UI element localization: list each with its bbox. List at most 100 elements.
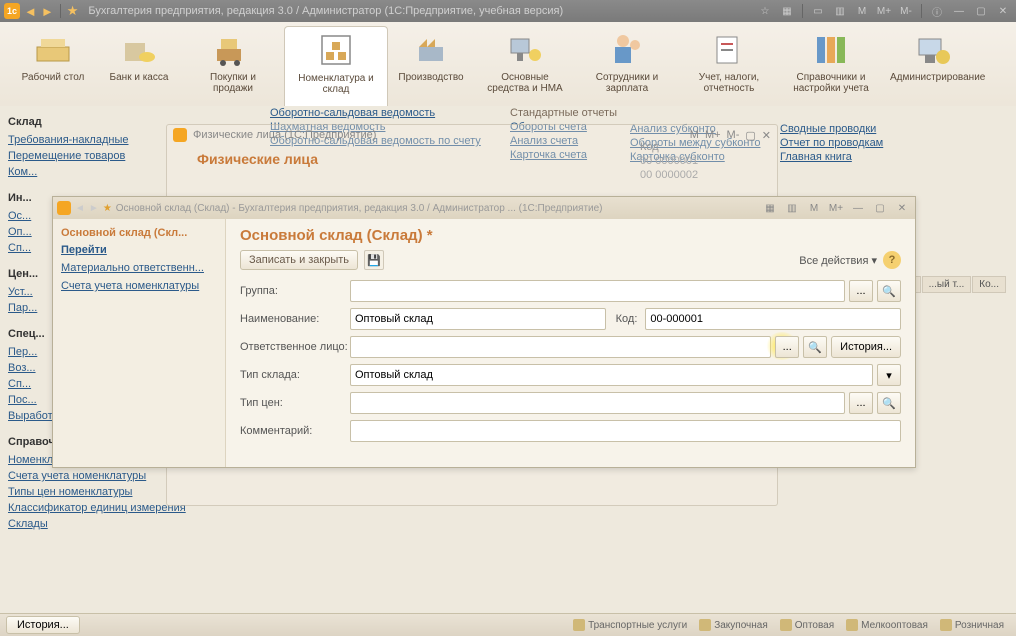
select-button[interactable]: ... xyxy=(849,280,873,302)
status-item[interactable]: Закупочная xyxy=(693,619,774,631)
grid-col[interactable]: ...ый т... xyxy=(922,276,972,293)
ribbon-refs[interactable]: Справочники и настройки учета xyxy=(780,26,882,110)
history-button[interactable]: История... xyxy=(6,616,80,634)
status-item[interactable]: Розничная xyxy=(934,619,1010,631)
select-button[interactable]: ... xyxy=(849,392,873,414)
nav-link[interactable]: Типы цен номенклатуры xyxy=(8,484,188,500)
tool-icon[interactable]: ▦ xyxy=(761,200,779,216)
history-button[interactable]: История... xyxy=(831,336,901,358)
report-link[interactable]: Главная книга xyxy=(780,150,883,164)
m-button[interactable]: M xyxy=(853,3,871,19)
nav-link[interactable]: Склады xyxy=(8,516,188,532)
form-nav-item[interactable]: Материально ответственн... xyxy=(61,259,217,277)
max-icon[interactable]: ▢ xyxy=(745,129,755,142)
modal-warehouse: ◄ ► ★ Основной склад (Склад) - Бухгалтер… xyxy=(52,196,916,468)
label-price: Тип цен: xyxy=(240,397,350,409)
nav-link[interactable]: Классификатор единиц измерения xyxy=(8,500,188,516)
label-name: Наименование: xyxy=(240,313,350,325)
input-comment[interactable] xyxy=(350,420,901,442)
app-icon xyxy=(57,201,71,215)
calc-icon[interactable]: ▭ xyxy=(809,3,827,19)
nav-link[interactable]: Перемещение товаров xyxy=(8,148,188,164)
nav-fwd-icon[interactable]: ► xyxy=(41,4,54,19)
select-button[interactable]: ... xyxy=(775,336,799,358)
form-toolbar: Записать и закрыть 💾 Все действия ▾ ? xyxy=(240,250,901,270)
modal-warehouse-title: Основной склад (Склад) - Бухгалтерия пре… xyxy=(116,203,757,214)
min-icon[interactable]: — xyxy=(849,200,867,216)
m-button[interactable]: M xyxy=(805,200,823,216)
grid-icon[interactable]: ▦ xyxy=(778,3,796,19)
max-icon[interactable]: ▢ xyxy=(972,3,990,19)
save-icon[interactable]: 💾 xyxy=(364,250,384,270)
status-item[interactable]: Оптовая xyxy=(774,619,840,631)
mplus-button[interactable]: M+ xyxy=(827,200,845,216)
report-link[interactable]: Сводные проводки xyxy=(780,122,883,136)
fav-star-icon[interactable]: ★ xyxy=(103,203,112,214)
fav-star-icon[interactable]: ★ xyxy=(67,3,79,19)
ribbon-bank[interactable]: Банк и касса xyxy=(96,26,182,110)
input-code[interactable] xyxy=(645,308,901,330)
search-icon[interactable]: 🔍 xyxy=(803,336,827,358)
form-title: Основной склад (Склад) * xyxy=(240,227,901,244)
search-icon[interactable]: 🔍 xyxy=(877,280,901,302)
modal-persons-title: Физические лица (1С:Предприятие) xyxy=(193,129,376,141)
nav-back-icon[interactable]: ◄ xyxy=(75,203,85,214)
main-titlebar: 1c ◄ ► ★ Бухгалтерия предприятия, редакц… xyxy=(0,0,1016,22)
ribbon-assets[interactable]: Основные средства и НМА xyxy=(474,26,576,110)
reports-hdr: Стандартные отчеты xyxy=(510,106,617,120)
ribbon-desktop[interactable]: Рабочий стол xyxy=(10,26,96,110)
ribbon-admin[interactable]: Администрирование xyxy=(882,26,984,110)
all-actions-button[interactable]: Все действия ▾ xyxy=(799,254,877,267)
mplus-button[interactable]: M+ xyxy=(875,3,893,19)
nav-link[interactable]: Требования-накладные xyxy=(8,132,188,148)
close-icon[interactable]: ✕ xyxy=(762,129,771,142)
mminus-button[interactable]: M- xyxy=(897,3,915,19)
save-close-button[interactable]: Записать и закрыть xyxy=(240,250,358,270)
ribbon-stock[interactable]: Номенклатура и склад xyxy=(284,26,388,110)
label-comment: Комментарий: xyxy=(240,425,350,437)
warehouse-form: Основной склад (Склад) * Записать и закр… xyxy=(226,219,915,467)
ribbon-tax[interactable]: Учет, налоги, отчетность xyxy=(678,26,780,110)
ribbon-sales[interactable]: Покупки и продажи xyxy=(182,26,284,110)
mplus-button[interactable]: M+ xyxy=(705,129,721,141)
nav-fwd-icon[interactable]: ► xyxy=(89,203,99,214)
ribbon: Рабочий стол Банк и касса Покупки и прод… xyxy=(0,22,1016,115)
nav-link[interactable]: Счета учета номенклатуры xyxy=(8,468,188,484)
calendar-icon[interactable]: ▥ xyxy=(831,3,849,19)
min-icon[interactable]: — xyxy=(950,3,968,19)
close-icon[interactable]: ✕ xyxy=(893,200,911,216)
nav-link[interactable]: Ком... xyxy=(8,164,188,180)
help-icon[interactable]: ? xyxy=(883,251,901,269)
mminus-button[interactable]: M- xyxy=(727,129,740,141)
ribbon-production[interactable]: Производство xyxy=(388,26,474,110)
ghost-code: 00 0000002 xyxy=(640,168,698,182)
form-nav-item[interactable]: Счета учета номенклатуры xyxy=(61,277,217,295)
label-group: Группа: xyxy=(240,285,350,297)
fav-icon[interactable]: ☆ xyxy=(756,3,774,19)
ribbon-hr[interactable]: Сотрудники и зарплата xyxy=(576,26,678,110)
close-icon[interactable]: ✕ xyxy=(994,3,1012,19)
input-name[interactable] xyxy=(350,308,606,330)
modal-warehouse-titlebar[interactable]: ◄ ► ★ Основной склад (Склад) - Бухгалтер… xyxy=(53,197,915,219)
max-icon[interactable]: ▢ xyxy=(871,200,889,216)
label-type: Тип склада: xyxy=(240,369,350,381)
search-icon[interactable]: 🔍 xyxy=(877,392,901,414)
form-nav-go[interactable]: Перейти xyxy=(61,241,217,259)
tool-icon[interactable]: ▥ xyxy=(783,200,801,216)
status-item[interactable]: Мелкооптовая xyxy=(840,619,934,631)
ghost-code-hdr: Код xyxy=(640,140,698,154)
status-item[interactable]: Транспортные услуги xyxy=(567,619,693,631)
input-group[interactable] xyxy=(350,280,845,302)
report-link[interactable]: Оборотно-сальдовая ведомость xyxy=(270,106,481,120)
input-price[interactable] xyxy=(350,392,845,414)
form-nav: Основной склад (Скл... Перейти Материаль… xyxy=(53,219,226,467)
input-type[interactable] xyxy=(350,364,873,386)
app-icon xyxy=(173,128,187,142)
grid-col[interactable]: Ко... xyxy=(972,276,1006,293)
info-icon[interactable]: ⓘ xyxy=(928,3,946,19)
report-link[interactable]: Отчет по проводкам xyxy=(780,136,883,150)
dropdown-icon[interactable]: ▾ xyxy=(877,364,901,386)
input-resp[interactable] xyxy=(350,336,771,358)
tag-icon xyxy=(699,619,711,631)
nav-back-icon[interactable]: ◄ xyxy=(24,4,37,19)
